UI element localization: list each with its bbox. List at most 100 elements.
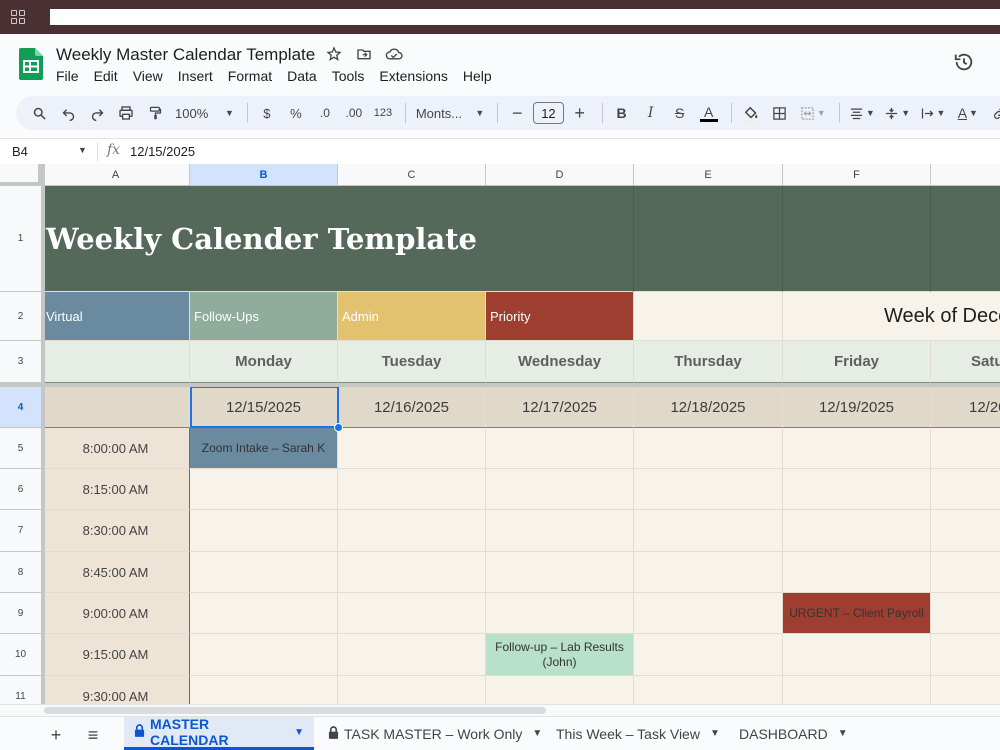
day-friday[interactable]: Friday — [783, 341, 931, 383]
cell-e2[interactable] — [634, 292, 783, 341]
schedule-cell[interactable] — [783, 428, 931, 469]
menu-view[interactable]: View — [133, 68, 163, 84]
insert-link-icon[interactable] — [987, 100, 1000, 126]
version-history-icon[interactable] — [953, 51, 975, 73]
date-tuesday[interactable]: 12/16/2025 — [338, 387, 486, 428]
schedule-cell[interactable] — [634, 634, 783, 676]
schedule-cell[interactable] — [634, 510, 783, 552]
time-slot[interactable]: 8:30:00 AM — [42, 510, 190, 552]
frozen-row-divider[interactable] — [0, 383, 1000, 387]
week-of-cell[interactable]: Week of Dece — [783, 292, 1000, 341]
event-zoom-intake[interactable]: Zoom Intake – Sarah K — [190, 428, 338, 469]
menu-tools[interactable]: Tools — [332, 68, 365, 84]
add-sheet-button[interactable]: + — [46, 725, 66, 745]
fill-color-icon[interactable] — [738, 100, 764, 126]
schedule-cell[interactable] — [338, 552, 486, 593]
schedule-cell[interactable] — [338, 676, 486, 704]
day-tuesday[interactable]: Tuesday — [338, 341, 486, 383]
italic-button[interactable]: I — [638, 100, 664, 126]
schedule-cell[interactable] — [486, 510, 634, 552]
strikethrough-button[interactable]: S — [667, 100, 693, 126]
document-title[interactable]: Weekly Master Calendar Template — [56, 45, 315, 65]
move-folder-icon[interactable] — [355, 45, 373, 63]
schedule-cell[interactable] — [634, 593, 783, 634]
time-slot[interactable]: 8:15:00 AM — [42, 469, 190, 510]
menu-help[interactable]: Help — [463, 68, 492, 84]
schedule-cell[interactable] — [931, 428, 1000, 469]
menu-insert[interactable]: Insert — [178, 68, 213, 84]
schedule-cell[interactable] — [486, 428, 634, 469]
column-header-g[interactable] — [931, 164, 1000, 186]
schedule-cell[interactable] — [931, 593, 1000, 634]
time-slot[interactable]: 9:00:00 AM — [42, 593, 190, 634]
event-urgent-client-payroll[interactable]: URGENT – Client Payroll — [783, 593, 931, 634]
day-thursday[interactable]: Thursday — [634, 341, 783, 383]
increase-decimal-button[interactable]: .00 — [341, 100, 367, 126]
text-color-button[interactable]: A — [696, 100, 722, 126]
spreadsheet-grid[interactable]: A B C D E F 1 2 3 4 5 6 7 8 9 10 11 Week… — [0, 164, 1000, 704]
schedule-cell[interactable] — [486, 676, 634, 704]
day-wednesday[interactable]: Wednesday — [486, 341, 634, 383]
name-box[interactable]: B4 — [12, 144, 28, 159]
text-rotation-icon[interactable]: A ▼ — [952, 100, 984, 126]
schedule-cell[interactable] — [783, 469, 931, 510]
schedule-cell[interactable] — [486, 552, 634, 593]
menu-format[interactable]: Format — [228, 68, 272, 84]
schedule-cell[interactable] — [338, 428, 486, 469]
title-cell[interactable]: Weekly Calender Template — [42, 186, 634, 292]
time-slot[interactable]: 9:15:00 AM — [42, 634, 190, 676]
column-header-a[interactable]: A — [42, 164, 190, 186]
date-monday[interactable]: 12/15/2025 — [190, 387, 338, 428]
more-formats-button[interactable]: 123 — [370, 100, 396, 126]
menu-file[interactable]: File — [56, 68, 79, 84]
row-header-2[interactable]: 2 — [0, 292, 42, 341]
tab-this-week[interactable]: This Week – Task View ▼ — [546, 717, 730, 750]
font-size-input[interactable]: 12 — [533, 100, 564, 126]
borders-icon[interactable] — [767, 100, 793, 126]
all-sheets-menu-icon[interactable]: ≡ — [83, 725, 103, 745]
percent-format-button[interactable]: % — [283, 100, 309, 126]
schedule-cell[interactable] — [783, 510, 931, 552]
font-select[interactable]: Monts... ▼ — [412, 100, 488, 126]
vertical-align-icon[interactable]: ▼ — [881, 100, 913, 126]
zoom-select[interactable]: 100% ▼ — [171, 100, 238, 126]
formula-input[interactable]: 12/15/2025 — [130, 144, 195, 159]
schedule-cell[interactable] — [634, 428, 783, 469]
merge-cells-icon[interactable]: ▼ — [796, 100, 830, 126]
tab-master-calendar[interactable]: MASTER CALENDAR ▼ — [124, 716, 314, 750]
menu-data[interactable]: Data — [287, 68, 317, 84]
star-icon[interactable] — [325, 45, 343, 63]
schedule-cell[interactable] — [931, 510, 1000, 552]
row-header-4[interactable]: 4 — [0, 387, 42, 428]
select-all-corner[interactable] — [0, 164, 42, 186]
currency-format-button[interactable]: $ — [254, 100, 280, 126]
time-slot[interactable]: 8:00:00 AM — [42, 428, 190, 469]
fill-handle[interactable] — [334, 423, 343, 432]
schedule-cell[interactable] — [190, 593, 338, 634]
cell-e1[interactable] — [634, 186, 783, 292]
tab-dashboard[interactable]: DASHBOARD ▼ — [729, 717, 858, 750]
schedule-cell[interactable] — [486, 593, 634, 634]
schedule-cell[interactable] — [634, 676, 783, 704]
decrease-decimal-button[interactable]: .0 — [312, 100, 338, 126]
date-wednesday[interactable]: 12/17/2025 — [486, 387, 634, 428]
chevron-down-icon[interactable]: ▼ — [78, 145, 87, 155]
schedule-cell[interactable] — [783, 676, 931, 704]
cloud-status-icon[interactable] — [385, 45, 403, 63]
legend-virtual[interactable]: Virtual — [42, 292, 190, 341]
column-header-b[interactable]: B — [190, 164, 338, 186]
font-size-increase-button[interactable]: + — [567, 100, 593, 126]
schedule-cell[interactable] — [338, 634, 486, 676]
column-header-d[interactable]: D — [486, 164, 634, 186]
menu-extensions[interactable]: Extensions — [379, 68, 447, 84]
column-header-f[interactable]: F — [783, 164, 931, 186]
paint-format-icon[interactable] — [142, 100, 168, 126]
column-header-e[interactable]: E — [634, 164, 783, 186]
schedule-cell[interactable] — [783, 552, 931, 593]
search-menus-icon[interactable] — [26, 100, 52, 126]
event-follow-up-lab-results[interactable]: Follow-up – Lab Results (John) — [486, 634, 634, 676]
schedule-cell[interactable] — [338, 469, 486, 510]
legend-priority[interactable]: Priority — [486, 292, 634, 341]
schedule-cell[interactable] — [931, 552, 1000, 593]
bold-button[interactable]: B — [609, 100, 635, 126]
